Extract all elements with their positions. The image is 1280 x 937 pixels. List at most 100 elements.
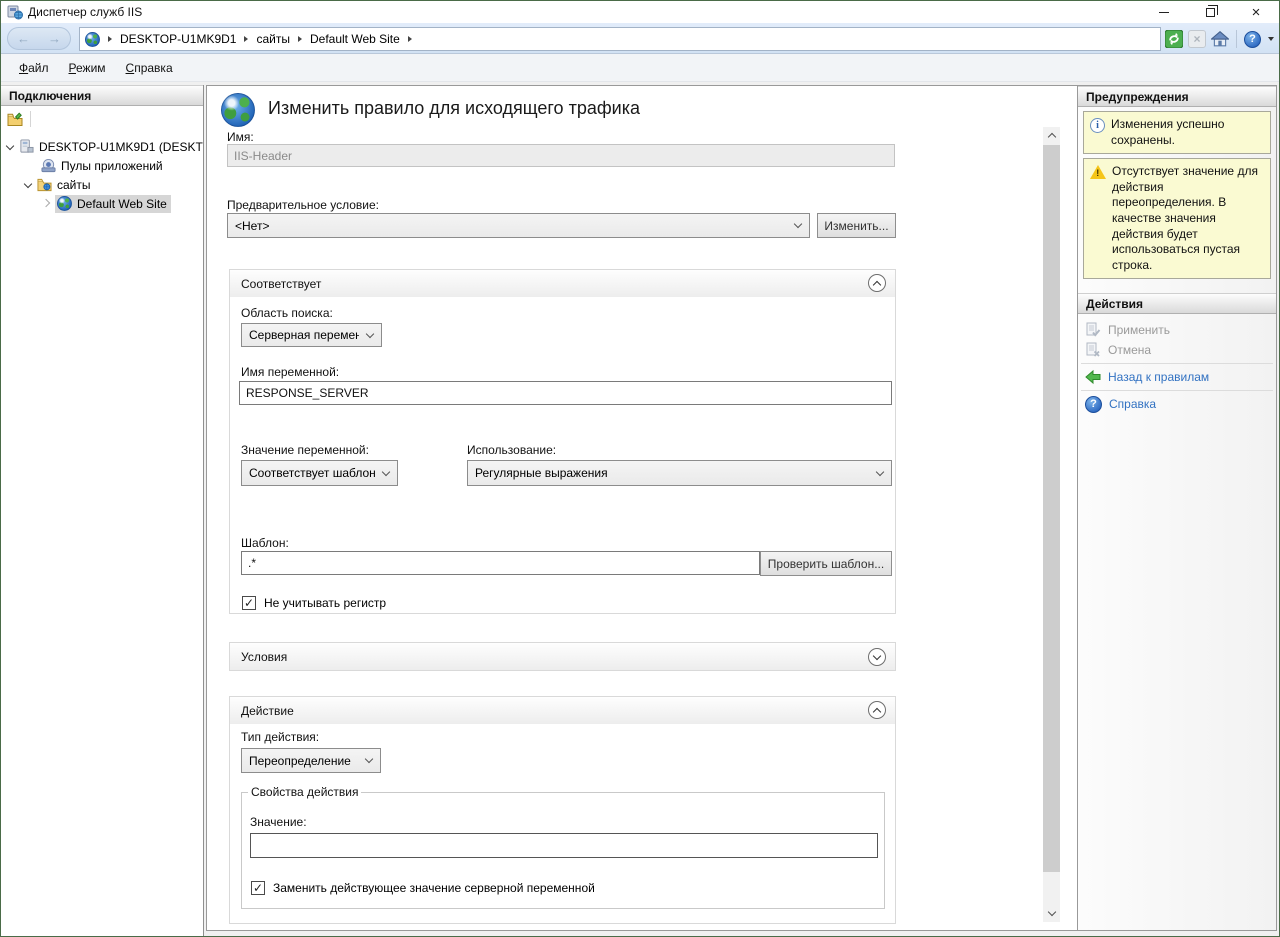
tree-item-app-pools[interactable]: Пулы приложений	[1, 156, 203, 175]
home-icon[interactable]	[1211, 30, 1229, 48]
scroll-down-button[interactable]	[1043, 905, 1060, 922]
menu-file[interactable]: Файл	[9, 61, 59, 75]
chevron-down-icon	[365, 755, 373, 763]
collapse-chevron-icon[interactable]	[24, 179, 32, 187]
back-to-rules-link[interactable]: Назад к правилам	[1078, 367, 1276, 387]
server-icon	[19, 139, 34, 154]
chevron-up-icon	[873, 280, 881, 288]
save-connection-icon[interactable]	[7, 111, 23, 127]
toolbar-separator	[1236, 30, 1237, 48]
chevron-down-icon	[382, 467, 390, 475]
restore-button[interactable]	[1187, 1, 1233, 23]
tree-item-label: Default Web Site	[77, 197, 167, 211]
breadcrumb-arrow-icon	[108, 36, 112, 42]
scope-select[interactable]: Серверная переменн	[241, 323, 382, 347]
chevron-down-icon	[876, 467, 884, 475]
conditions-section-header[interactable]: Условия	[230, 643, 895, 670]
conditions-section: Условия	[229, 642, 896, 671]
replace-value-checkbox[interactable]	[251, 881, 265, 895]
edit-precondition-button[interactable]: Изменить...	[817, 213, 896, 238]
forward-button[interactable]: →	[48, 31, 61, 46]
pattern-label: Шаблон:	[241, 536, 289, 550]
chevron-up-icon	[1047, 133, 1055, 141]
breadcrumb-item-site[interactable]: Default Web Site	[310, 32, 400, 46]
app-icon	[7, 4, 23, 20]
using-select[interactable]: Регулярные выражения	[467, 460, 892, 486]
breadcrumb-item-sites[interactable]: сайты	[256, 32, 290, 46]
chevron-down-icon	[794, 220, 802, 228]
collapse-section-button[interactable]	[868, 274, 886, 292]
back-label: Назад к правилам	[1108, 370, 1209, 384]
alert-warning: Отсутствует значение для действия переоп…	[1083, 158, 1271, 279]
actions-header: Действия	[1078, 293, 1276, 314]
connections-tree: DESKTOP-U1MK9D1 (DESKTOP Пулы приложений…	[1, 132, 203, 213]
divider	[1081, 390, 1273, 391]
info-icon: i	[1090, 118, 1105, 133]
action-properties-group: Свойства действия Значение: Заменить дей…	[241, 785, 885, 909]
tree-item-label: Пулы приложений	[61, 159, 163, 173]
scrollbar-thumb[interactable]	[1043, 145, 1060, 872]
back-button[interactable]: ←	[17, 31, 30, 46]
title-bar: Диспетчер служб IIS ×	[1, 1, 1279, 23]
ignore-case-checkbox[interactable]	[242, 596, 256, 610]
expand-section-button[interactable]	[868, 648, 886, 666]
name-label: Имя:	[227, 130, 254, 144]
actions-panel: Предупреждения i Изменения успешно сохра…	[1077, 85, 1277, 931]
minimize-button[interactable]	[1141, 1, 1187, 23]
tree-item-label: сайты	[57, 178, 91, 192]
tree-item-default-web-site[interactable]: Default Web Site	[1, 194, 203, 213]
precondition-select[interactable]: <Нет>	[227, 213, 810, 238]
refresh-icon[interactable]	[1165, 30, 1183, 48]
alerts-header: Предупреждения	[1078, 86, 1276, 107]
match-section-header[interactable]: Соответствует	[230, 270, 895, 297]
pattern-input[interactable]	[241, 551, 760, 575]
address-bar: ← → DESKTOP-U1MK9D1 сайты Default Web Si…	[1, 23, 1279, 54]
breadcrumb-item-server[interactable]: DESKTOP-U1MK9D1	[120, 32, 236, 46]
action-type-label: Тип действия:	[241, 730, 319, 744]
menu-help[interactable]: Справка	[116, 61, 183, 75]
variable-name-label: Имя переменной:	[241, 365, 339, 379]
close-button[interactable]: ×	[1233, 1, 1279, 23]
workspace: Подключения DESKTOP-U1MK9D1 (DESKTOP Пул…	[1, 82, 1279, 936]
site-globe-icon	[57, 196, 72, 211]
variable-name-input[interactable]	[239, 381, 892, 405]
action-value-input[interactable]	[250, 833, 878, 858]
page-title: Изменить правило для исходящего трафика	[268, 98, 640, 119]
restore-icon	[1206, 8, 1215, 17]
connections-panel: Подключения DESKTOP-U1MK9D1 (DESKTOP Пул…	[1, 85, 204, 936]
action-section-header[interactable]: Действие	[230, 697, 895, 724]
ignore-case-label: Не учитывать регистр	[264, 596, 386, 610]
apply-icon	[1085, 322, 1101, 338]
close-icon: ×	[1252, 5, 1261, 20]
divider	[1081, 363, 1273, 364]
test-pattern-button[interactable]: Проверить шаблон...	[760, 551, 892, 576]
variable-value-select[interactable]: Соответствует шаблону	[241, 460, 398, 486]
breadcrumb-arrow-icon	[408, 36, 412, 42]
toolbar-separator	[30, 111, 31, 127]
navigation-buttons: ← →	[7, 27, 71, 50]
alert-text: Отсутствует значение для действия переоп…	[1112, 164, 1264, 273]
variable-value-label: Значение переменной:	[241, 443, 369, 457]
replace-value-checkbox-row: Заменить действующее значение серверной …	[251, 881, 595, 895]
help-label: Справка	[1109, 397, 1156, 411]
collapse-section-button[interactable]	[868, 701, 886, 719]
vertical-scrollbar[interactable]	[1043, 127, 1060, 922]
expand-chevron-icon[interactable]	[42, 198, 50, 206]
help-icon[interactable]: ?	[1244, 31, 1261, 48]
apply-action: Применить	[1078, 320, 1276, 340]
precondition-label: Предварительное условие:	[227, 198, 379, 212]
help-dropdown-icon[interactable]	[1268, 37, 1274, 41]
cancel-label: Отмена	[1108, 343, 1151, 357]
alerts-list: i Изменения успешно сохранены. Отсутству…	[1078, 107, 1276, 287]
window-title: Диспетчер служб IIS	[28, 5, 142, 19]
collapse-chevron-icon[interactable]	[6, 141, 14, 149]
apply-label: Применить	[1108, 323, 1170, 337]
scroll-up-button[interactable]	[1043, 127, 1060, 144]
tree-item-server[interactable]: DESKTOP-U1MK9D1 (DESKTOP	[1, 137, 203, 156]
breadcrumb-arrow-icon	[298, 36, 302, 42]
help-link[interactable]: ? Справка	[1078, 394, 1276, 414]
action-type-select[interactable]: Переопределение	[241, 748, 381, 773]
tree-item-sites[interactable]: сайты	[1, 175, 203, 194]
connections-toolbar	[1, 106, 203, 132]
menu-view[interactable]: Режим	[59, 61, 116, 75]
